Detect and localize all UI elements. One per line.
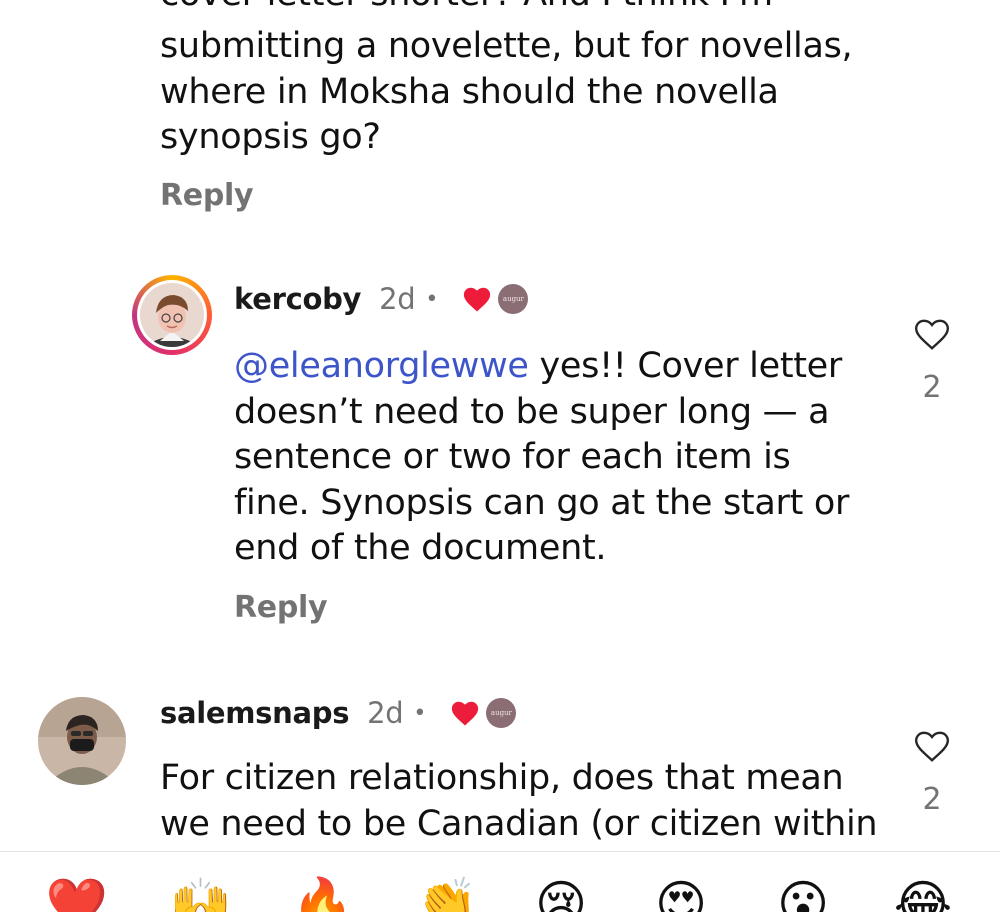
author-avatar-badge: augur [498,284,529,314]
mention-link[interactable]: @eleanorglewwe [234,346,529,386]
comment-header: salemsnaps 2d • augur [160,696,517,730]
author-liked-indicator: augur [462,284,529,314]
author-avatar-badge: augur [486,698,517,728]
comment-text: submitting a novelette, but for novellas… [160,26,853,157]
comment-text-line1: yes!! Cover letter [528,346,843,386]
separator-dot: • [425,286,439,312]
reply-button[interactable]: Reply [160,178,254,213]
reaction-raising-hands[interactable]: 🙌 [166,874,236,912]
reply-button[interactable]: Reply [234,590,328,625]
comment-text-partial-line: cover letter shorter? And I think I'm [160,0,773,18]
reaction-clapping-hands[interactable]: 👏 [412,874,482,912]
reaction-red-heart[interactable]: ❤️ [42,874,112,912]
reaction-fire[interactable]: 🔥 [288,874,358,912]
timestamp: 2d [379,282,416,316]
heart-filled-icon [452,701,479,726]
timestamp: 2d [367,696,404,730]
author-liked-indicator: augur [450,698,517,728]
avatar-image [38,697,126,785]
avatar-story-ring[interactable] [132,275,212,355]
heart-filled-icon [464,287,491,312]
comment-text-rest: doesn’t need to be super long — a senten… [234,391,850,569]
reaction-crying-face[interactable]: 😢 [526,874,596,912]
comment-text: @eleanorglewwe yes!! Cover letter doesn’… [234,344,874,572]
separator-dot: • [413,700,427,726]
username[interactable]: salemsnaps [160,696,349,730]
avatar [140,283,204,347]
username[interactable]: kercoby [234,282,361,316]
like-count: 2 [922,370,942,405]
like-count: 2 [922,782,942,817]
reaction-surprised-face[interactable]: 😮 [768,874,838,912]
heart-outline-icon[interactable] [913,316,951,352]
reaction-heart-eyes[interactable]: 😍 [646,874,716,912]
comment-header: kercoby 2d • augur [234,282,529,316]
emoji-reaction-bar: ❤️ 🙌 🔥 👏 😢 😍 😮 😂 [0,852,1000,912]
heart-outline-icon[interactable] [913,728,951,764]
reaction-tears-of-joy[interactable]: 😂 [888,874,958,912]
comment-text: For citizen relationship, does that mean… [160,758,878,844]
avatar[interactable] [38,697,126,789]
